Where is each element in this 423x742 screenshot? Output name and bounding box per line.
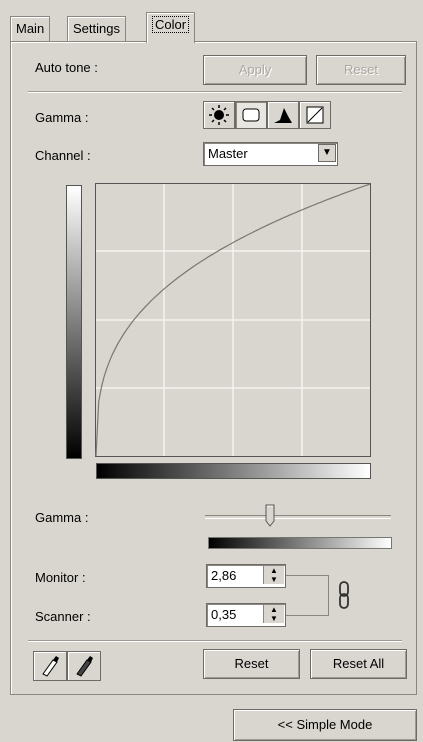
separator xyxy=(28,91,402,93)
brightness-icon[interactable] xyxy=(203,101,235,129)
auto-tone-label: Auto tone : xyxy=(35,60,98,75)
simple-mode-button[interactable]: << Simple Mode xyxy=(233,709,417,741)
scanner-stepper[interactable]: 0,35 ▲ ▼ xyxy=(206,603,286,627)
histogram-icon[interactable] xyxy=(267,101,299,129)
gamma-slider-label: Gamma : xyxy=(35,510,89,525)
gamma-slider-track[interactable] xyxy=(205,515,391,519)
reset-button[interactable]: Reset xyxy=(203,649,300,679)
eyedropper-black-icon[interactable] xyxy=(67,651,101,681)
eyedropper-white-icon[interactable] xyxy=(33,651,67,681)
tab-main[interactable]: Main xyxy=(10,16,51,41)
linear-curve-icon[interactable] xyxy=(299,101,331,129)
scanner-spin-arrows[interactable]: ▲ ▼ xyxy=(263,605,284,623)
gamma-slider-gradient xyxy=(208,537,392,549)
auto-tone-reset-button[interactable]: Reset xyxy=(316,55,406,85)
gamma-mode-label: Gamma : xyxy=(35,110,89,125)
gamma-slider-thumb[interactable] xyxy=(265,504,275,527)
monitor-label: Monitor : xyxy=(35,570,86,585)
chevron-down-icon[interactable]: ▼ xyxy=(318,144,336,162)
monitor-stepper[interactable]: 2,86 ▲ ▼ xyxy=(206,564,286,588)
monitor-value: 2,86 xyxy=(211,568,237,583)
tab-main-label: Main xyxy=(16,21,45,36)
gamma-curve-icon[interactable] xyxy=(235,101,267,129)
channel-value: Master xyxy=(208,146,248,161)
separator xyxy=(28,640,402,642)
scanner-label: Scanner : xyxy=(35,609,91,624)
gamma-curve-graph[interactable] xyxy=(95,183,371,457)
tab-color[interactable]: Color xyxy=(146,12,196,43)
tab-settings[interactable]: Settings xyxy=(67,16,126,41)
channel-select[interactable]: Master ▼ xyxy=(203,142,338,166)
tab-color-label: Color xyxy=(152,16,190,33)
channel-label: Channel : xyxy=(35,148,91,163)
link-bracket xyxy=(286,575,329,616)
apply-button[interactable]: Apply xyxy=(203,55,307,85)
monitor-spin-arrows[interactable]: ▲ ▼ xyxy=(263,566,284,584)
output-gradient-bar xyxy=(66,185,82,459)
input-gradient-bar xyxy=(96,463,371,479)
tab-bar: Main Settings Color xyxy=(10,10,420,43)
tab-settings-label: Settings xyxy=(73,21,120,36)
scanner-value: 0,35 xyxy=(211,607,237,622)
reset-all-button[interactable]: Reset All xyxy=(310,649,407,679)
chain-link-icon[interactable] xyxy=(337,580,351,615)
